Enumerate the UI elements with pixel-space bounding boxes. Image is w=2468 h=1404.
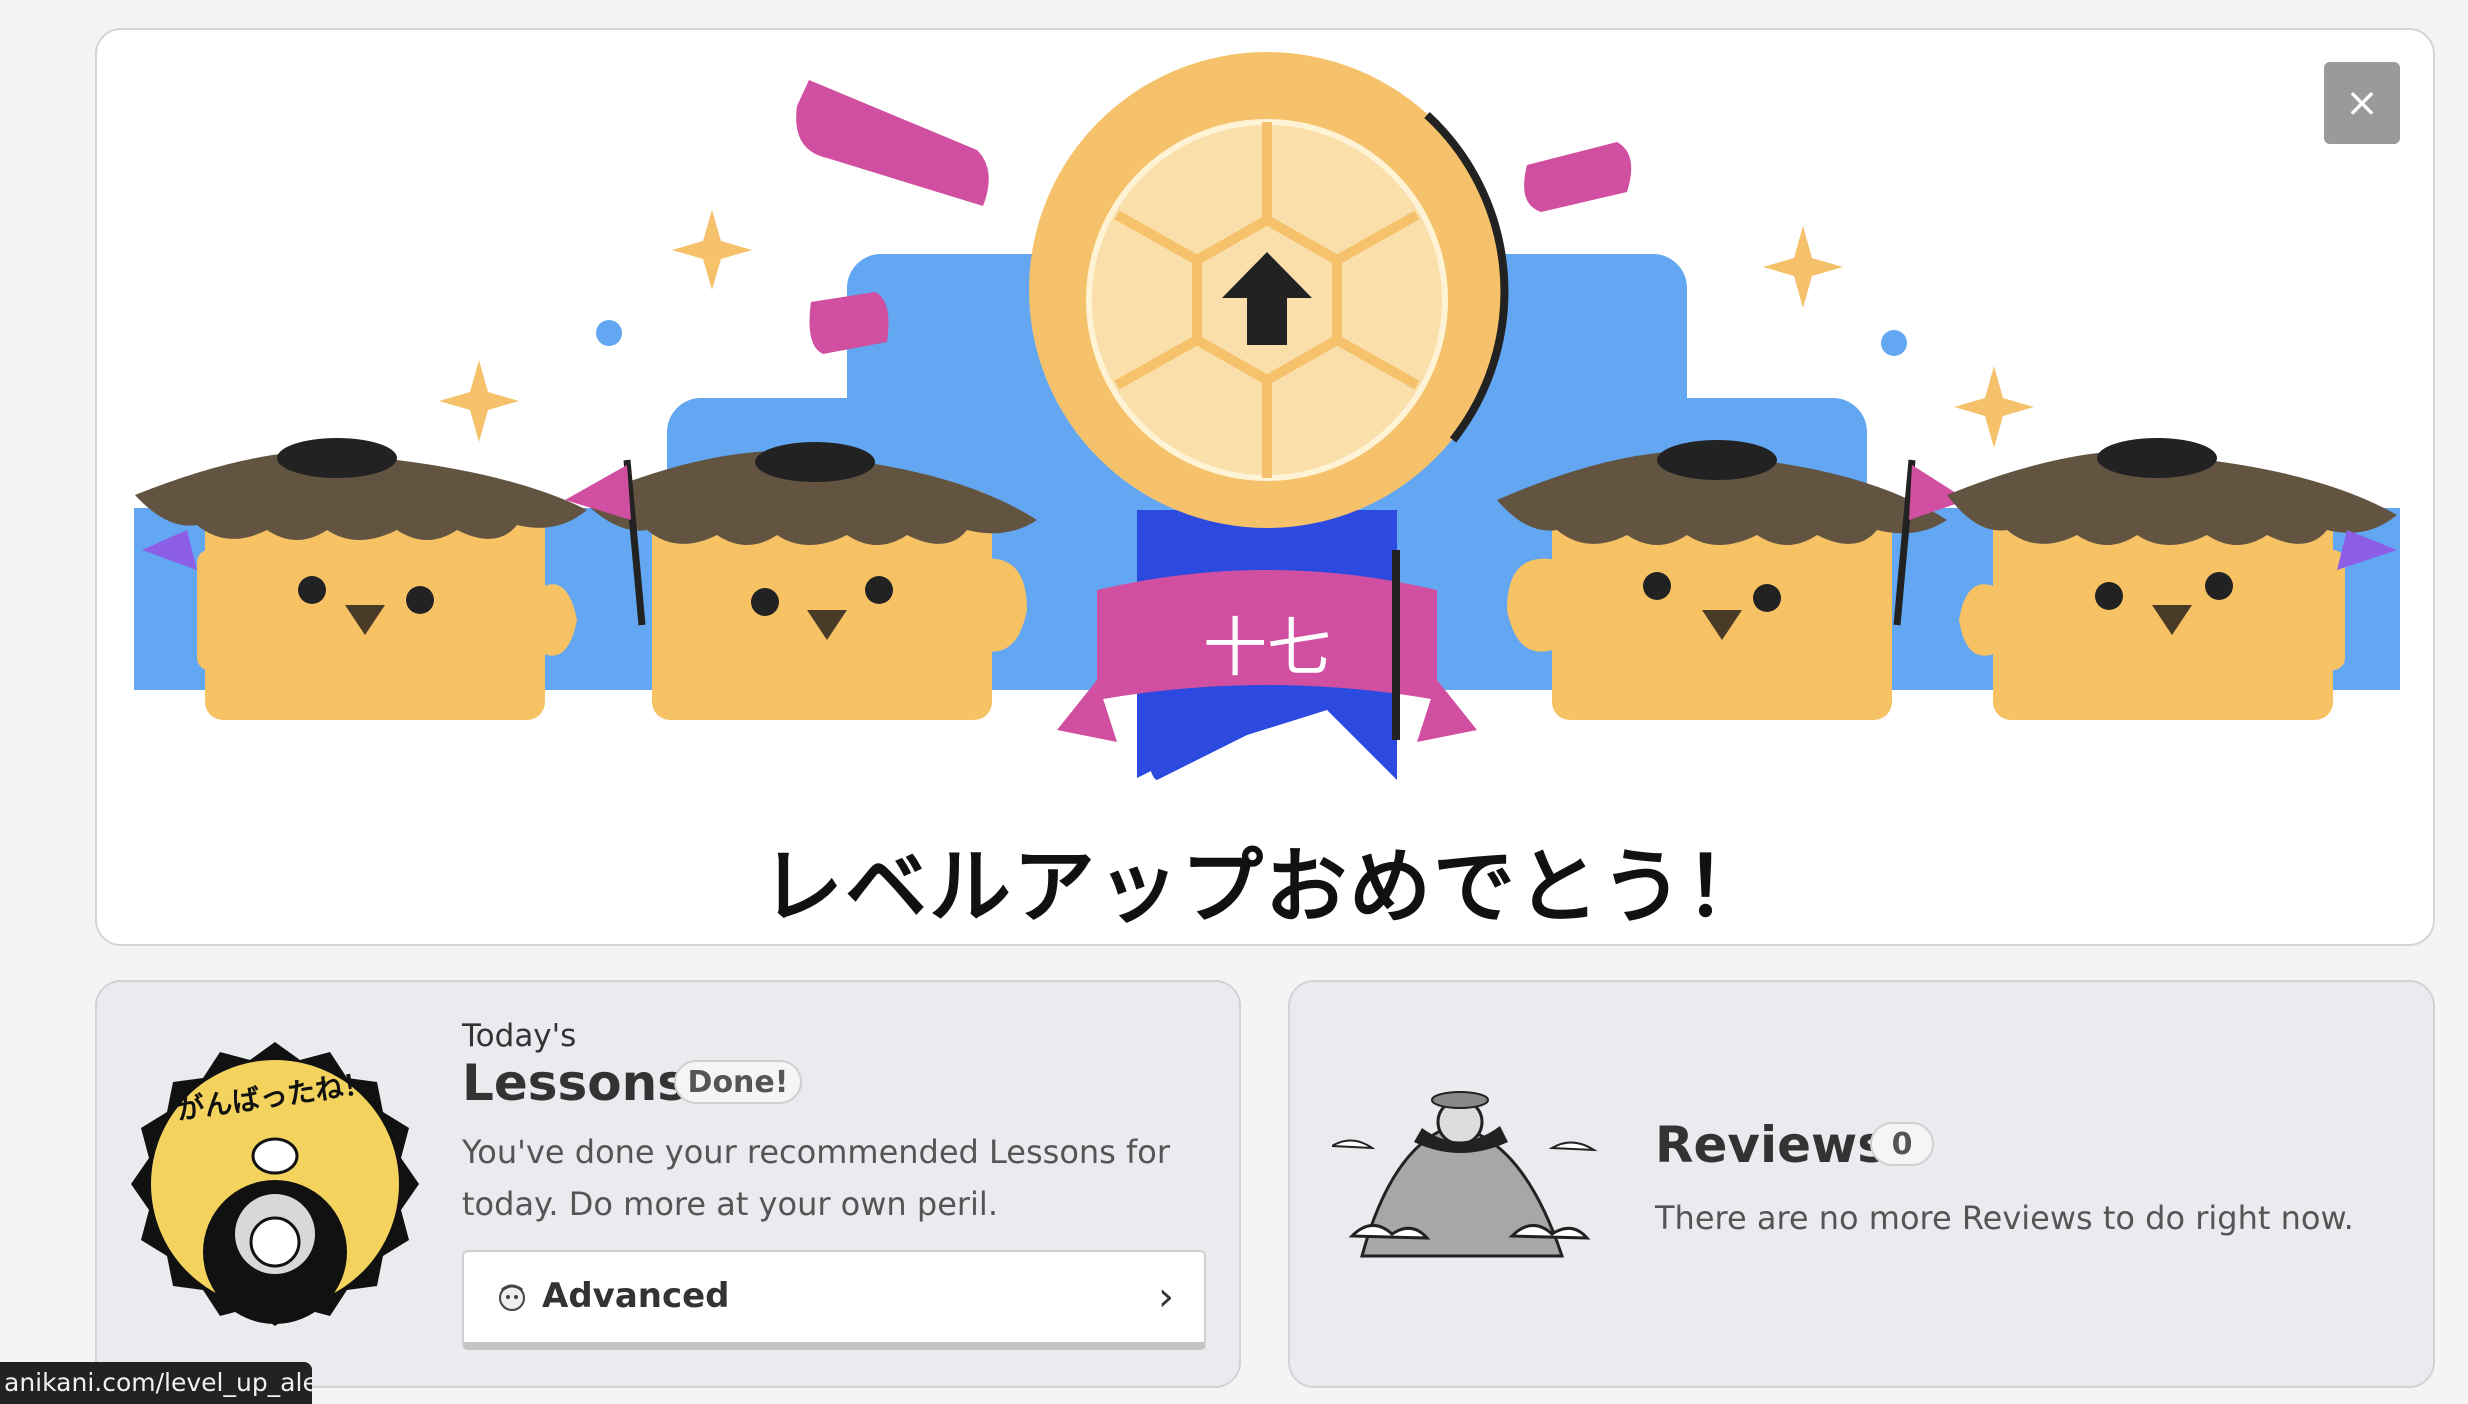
close-button[interactable]: × (2324, 62, 2400, 144)
crabigator-on-mountain-icon (1332, 1091, 1598, 1258)
level-coin-icon (1029, 52, 1509, 528)
lessons-title: Lessons (462, 1054, 687, 1112)
level-up-title: レベルアップおめでとう！ (760, 840, 1769, 935)
lessons-eyebrow: Today's (462, 1018, 577, 1054)
reviews-title: Reviews (1655, 1116, 1888, 1174)
chevron-right-icon: › (1158, 1274, 1174, 1320)
reviews-description: There are no more Reviews to do right no… (1655, 1199, 2354, 1237)
advanced-button-label: Advanced (542, 1276, 730, 1316)
well-done-sticker-icon: がんばったね！ (131, 1042, 419, 1326)
lessons-card: がんばったね！ Today's Lessons Done! You've don… (95, 980, 1241, 1388)
close-icon: × (2345, 80, 2379, 126)
advanced-crabigator-icon (499, 1284, 525, 1311)
level-up-illustration: 十七 (134, 52, 2400, 780)
link-status-bar: anikani.com/level_up_alert (0, 1362, 312, 1404)
level-number-kanji: 十七 (1203, 612, 1331, 686)
level-up-card: 十七 × レベルアップおめでとう！ (95, 28, 2435, 946)
lessons-description: You've done your recommended Lessons for… (462, 1133, 1171, 1223)
lessons-status-badge: Done! (674, 1060, 802, 1104)
reviews-card: Reviews 0 There are no more Reviews to d… (1288, 980, 2435, 1388)
advanced-lessons-button[interactable]: Advanced › (462, 1250, 1206, 1350)
bird-4 (1947, 438, 2397, 720)
reviews-count-badge: 0 (1870, 1122, 1934, 1166)
